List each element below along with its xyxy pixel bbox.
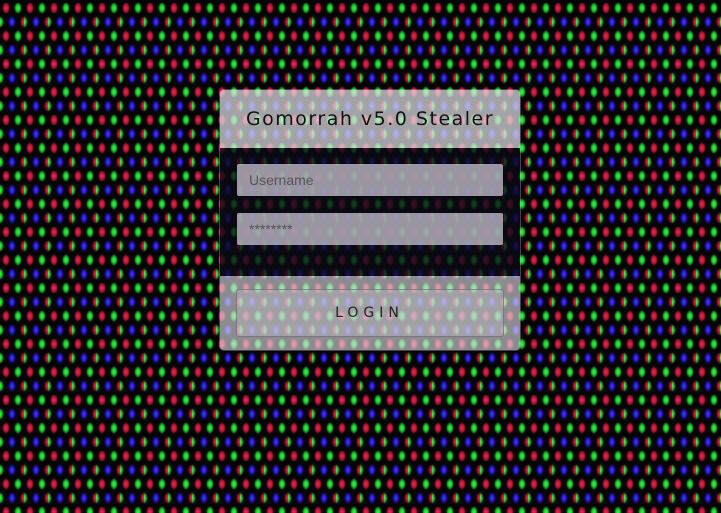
- page-title: Gomorrah v5.0 Stealer: [245, 108, 495, 130]
- login-fields: [220, 148, 520, 276]
- password-input[interactable]: [237, 213, 503, 245]
- login-footer: LOGIN: [220, 276, 520, 350]
- login-panel: Gomorrah v5.0 Stealer LOGIN: [220, 90, 520, 350]
- login-button[interactable]: LOGIN: [236, 289, 504, 337]
- login-header: Gomorrah v5.0 Stealer: [220, 90, 520, 148]
- username-input[interactable]: [237, 164, 503, 196]
